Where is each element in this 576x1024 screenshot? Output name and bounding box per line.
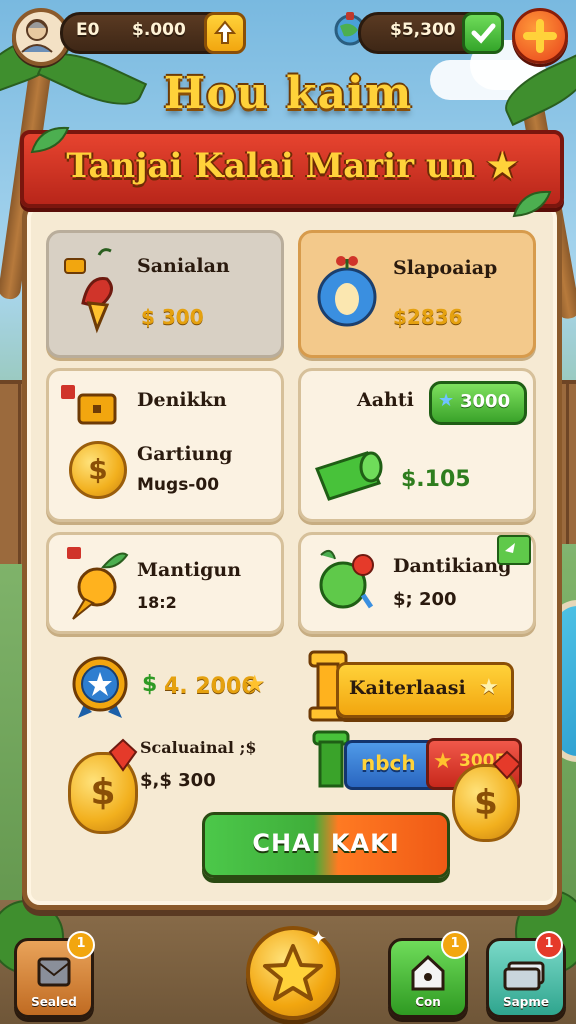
star-icon: ★ xyxy=(433,749,453,774)
arrow-up-icon xyxy=(213,20,237,44)
leaf-icon xyxy=(30,126,70,154)
add-currency-button[interactable] xyxy=(512,8,568,64)
cash-amount: $5,300 xyxy=(390,20,456,40)
shop-item-card[interactable]: Aahti ★ 3000 $.105 xyxy=(298,368,536,522)
item-title: Dantikiang xyxy=(393,555,512,577)
notification-badge: 1 xyxy=(535,931,563,959)
chest-icon xyxy=(61,385,117,425)
star-icon: ★ xyxy=(487,146,518,186)
ruby-icon xyxy=(492,750,522,780)
green-banknote-icon xyxy=(315,451,383,501)
currency-label: E0 xyxy=(76,20,100,40)
currency-amount: $.000 xyxy=(132,20,186,40)
item-price: $.105 xyxy=(401,467,471,492)
nav-home-button[interactable]: Con 1 xyxy=(388,931,469,1018)
item-title: Denikkn xyxy=(137,389,227,411)
item-price: $2836 xyxy=(393,305,463,329)
price-badge: ★ 3000 xyxy=(429,381,527,425)
nav-shop-label: Sapme xyxy=(503,995,549,1009)
item-price: $ 300 xyxy=(141,305,204,329)
wide-button-label: Kaiterlaasi xyxy=(349,677,466,699)
banner-title: Tanjai Kalai Marir un ★ xyxy=(24,146,560,186)
seasonal-title: Scaluainal ;$ xyxy=(140,738,257,757)
star-icon: ★ xyxy=(438,390,455,411)
star-icon: ★ xyxy=(244,670,266,698)
wide-action-button[interactable]: Kaiterlaasi ★ xyxy=(336,662,514,718)
claim-button[interactable]: CHAI KAKI xyxy=(202,812,450,878)
gold-coin-icon: $ xyxy=(69,441,127,499)
checkmark-icon xyxy=(471,23,496,44)
item-price: Mugs-00 xyxy=(137,475,220,495)
nav-left-button[interactable]: Sealed 1 xyxy=(14,931,95,1018)
item-title: Aahti xyxy=(357,389,414,411)
claim-button-label: CHAI KAKI xyxy=(252,829,400,857)
star-icon: ★ xyxy=(479,675,499,700)
notification-badge: 1 xyxy=(67,931,95,959)
nav-left-label: Sealed xyxy=(31,995,77,1009)
card-tag xyxy=(497,535,531,565)
item-price: 18:2 xyxy=(137,593,177,612)
arrow-icon xyxy=(505,543,515,553)
leaf-icon xyxy=(512,190,552,218)
shop-item-card[interactable]: Dantikiang $; 200 xyxy=(298,532,536,634)
seasonal-price: $,$ 300 xyxy=(140,770,216,791)
portrait-icon xyxy=(21,19,53,53)
medal-icon[interactable] xyxy=(70,652,130,720)
notification-badge: 1 xyxy=(441,931,469,959)
ruby-icon xyxy=(108,738,138,772)
green-apple-icon xyxy=(319,549,374,609)
item-title: Slapoaiap xyxy=(393,257,498,279)
game-title: Hou kaim xyxy=(163,68,413,119)
shop-item-card[interactable]: Slapoaiap $2836 xyxy=(298,230,536,358)
favorite-star-button[interactable]: ✦ xyxy=(246,926,340,1020)
badge-value: 3000 xyxy=(460,391,511,412)
item-title: Mantigun xyxy=(137,559,242,581)
confirm-button[interactable] xyxy=(462,12,504,54)
upgrade-button[interactable] xyxy=(204,12,246,54)
money-icon: $ xyxy=(142,672,158,697)
medal-value: 4. 2006 xyxy=(164,674,257,699)
shop-item-card[interactable]: Denikkn $ Gartiung Mugs-00 xyxy=(46,368,284,522)
shop-banner: Tanjai Kalai Marir un ★ xyxy=(20,126,564,218)
shop-item-card[interactable]: Mantigun 18:2 xyxy=(46,532,284,634)
item-price: $; 200 xyxy=(393,589,457,610)
sparkle-icon: ✦ xyxy=(310,926,327,950)
nav-home-label: Con xyxy=(415,995,441,1009)
banner-title-text: Tanjai Kalai Marir un xyxy=(66,146,476,186)
bell-fruit-icon xyxy=(64,248,113,334)
plus-icon xyxy=(523,19,557,53)
shop-item-card[interactable]: Sanialan $ 300 xyxy=(46,230,284,358)
item-subtitle: Gartiung xyxy=(137,443,233,465)
top-hud: E0 $.000 $5,300 xyxy=(0,0,576,66)
nav-shop-button[interactable]: Sapme 1 xyxy=(486,931,566,1018)
item-title: Sanialan xyxy=(137,255,230,277)
blue-button-label: nbch xyxy=(361,751,416,775)
blue-fruit-icon xyxy=(317,256,377,327)
carrot-icon xyxy=(67,547,129,620)
